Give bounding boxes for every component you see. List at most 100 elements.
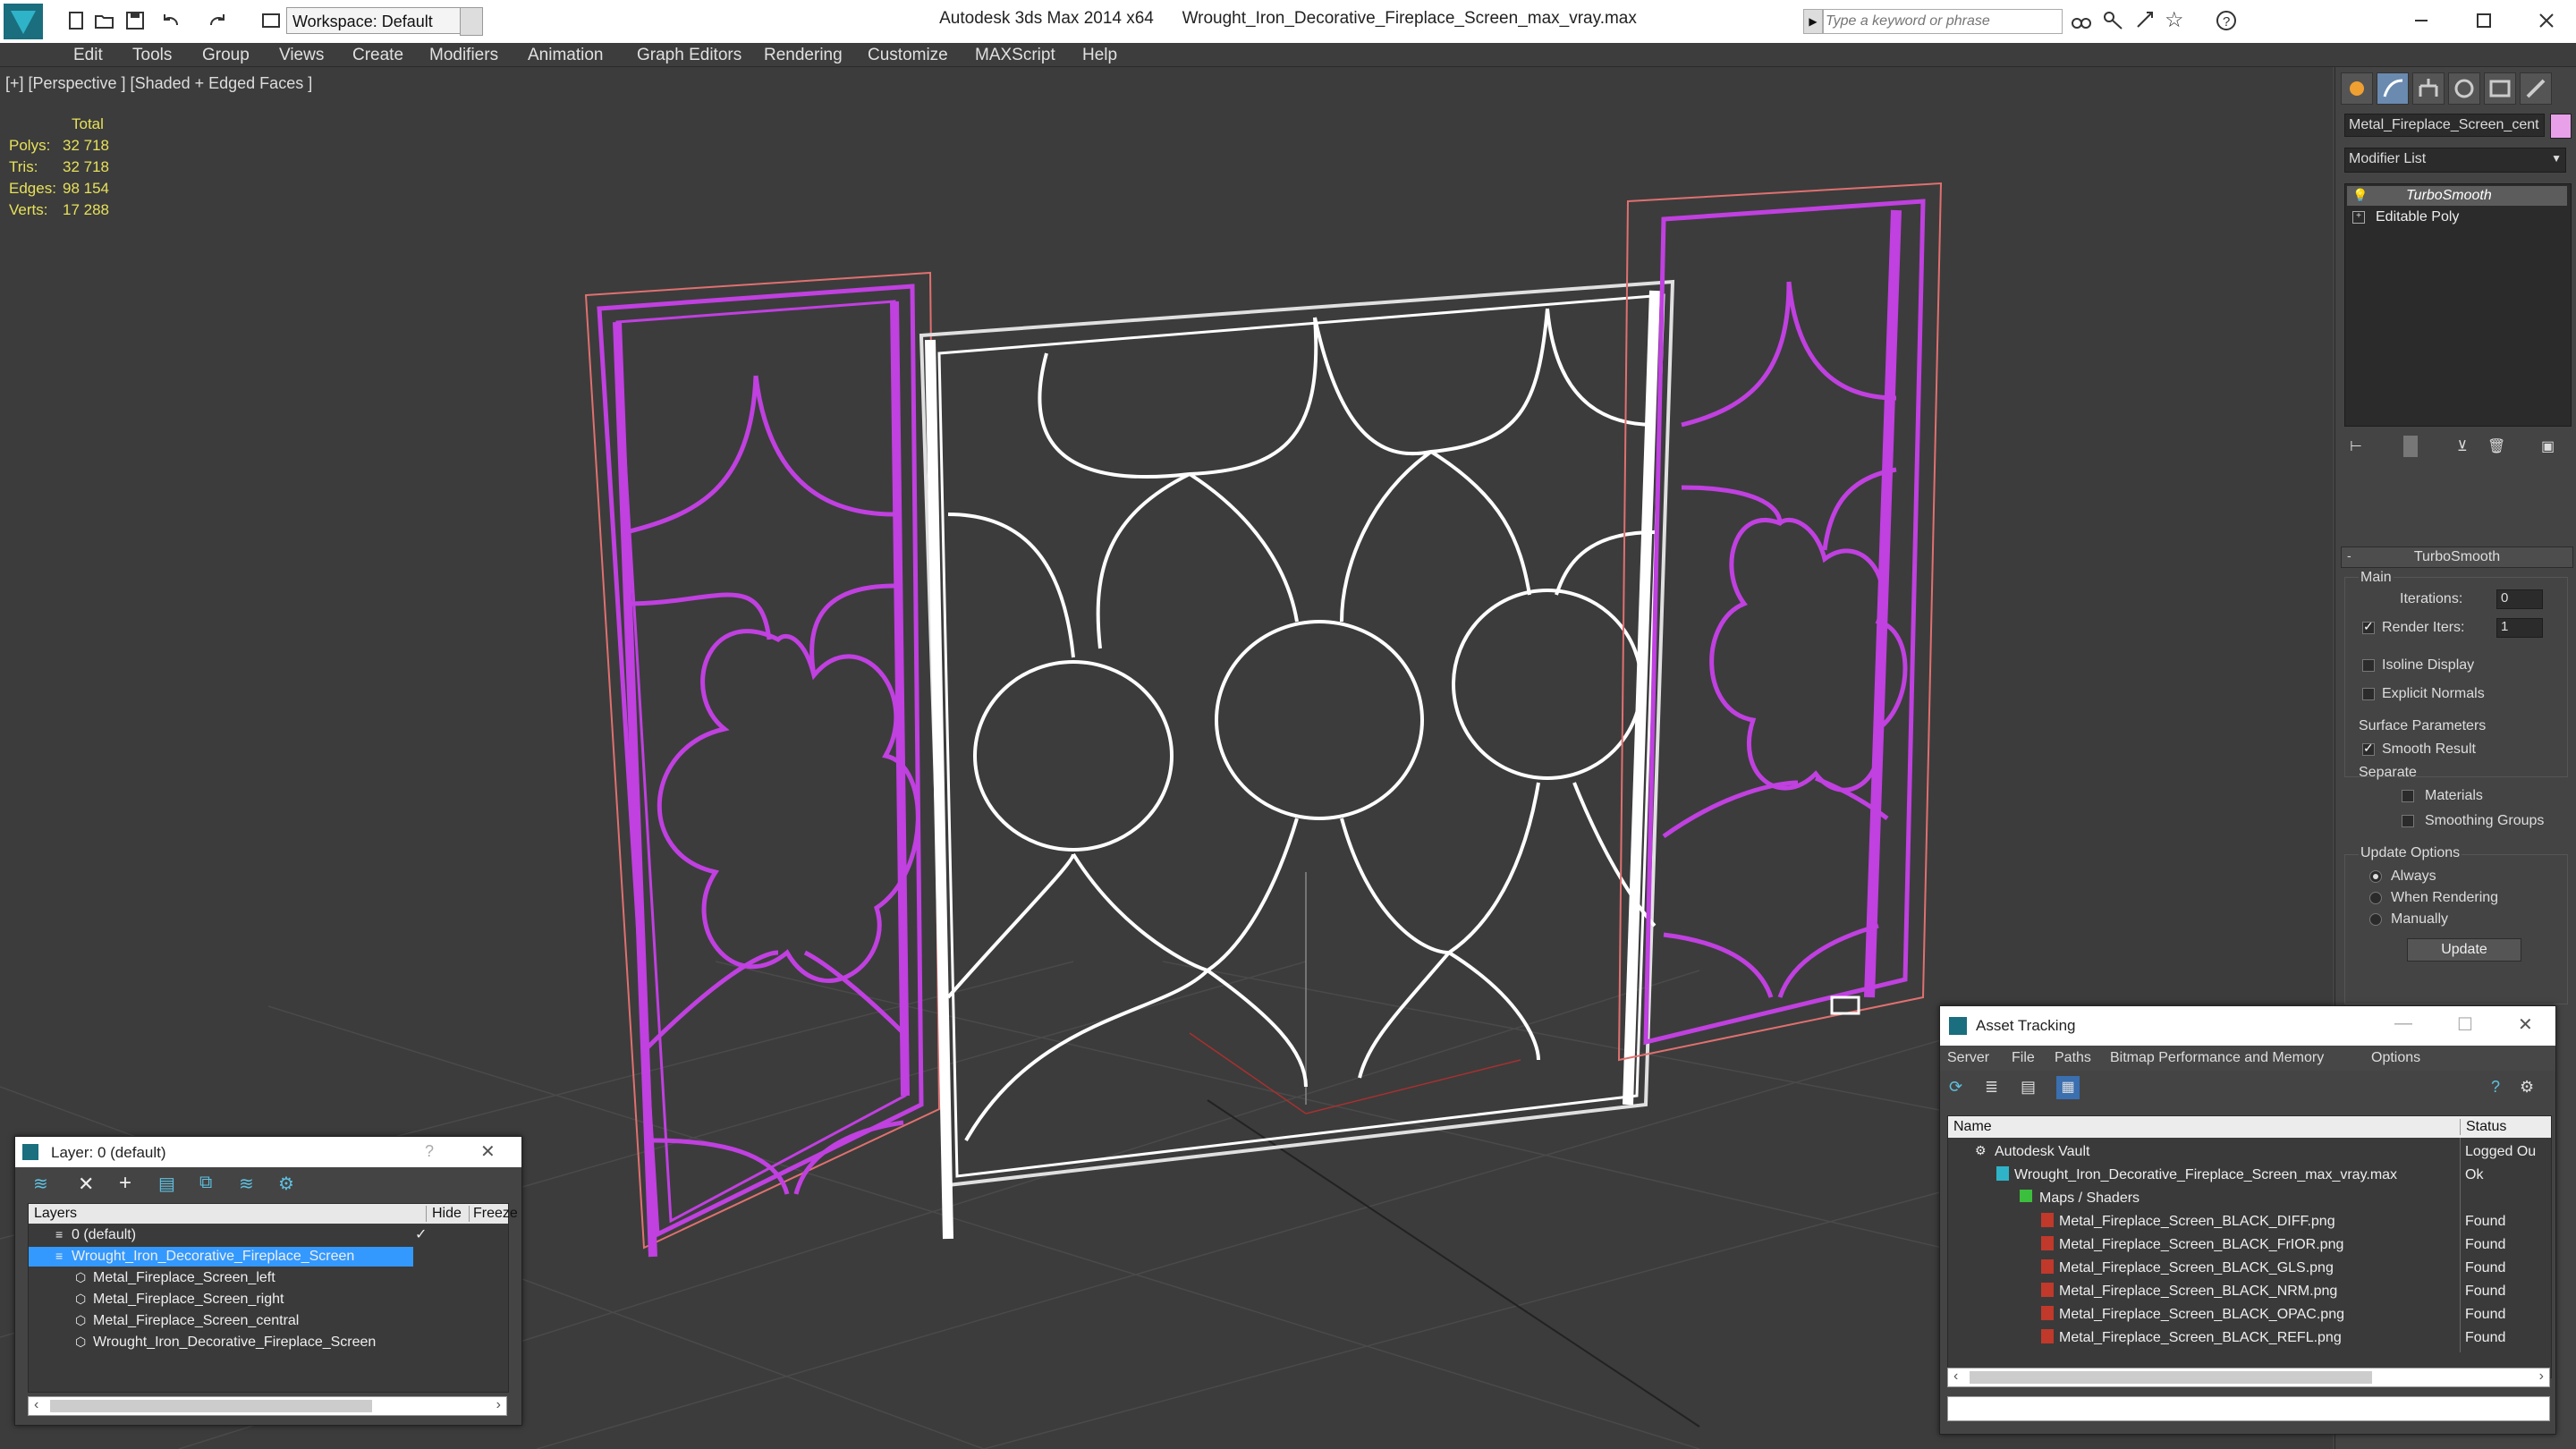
layer-object-right[interactable]: ⬡ Metal_Fireplace_Screen_right (29, 1290, 508, 1309)
layer-row-main[interactable]: ≡ Wrought_Iron_Decorative_Fireplace_Scre… (29, 1247, 413, 1267)
make-unique-icon[interactable]: ⊻ (2457, 437, 2468, 455)
stack-item-turbosmooth[interactable]: 💡 TurboSmooth (2347, 186, 2567, 206)
manually-radio[interactable] (2369, 913, 2382, 926)
layer-row-default[interactable]: ≡ 0 (default) ✓ (29, 1225, 508, 1245)
stack-item-editable-poly[interactable]: + Editable Poly (2347, 208, 2567, 227)
set-current-layer-icon[interactable]: ⚙ (278, 1173, 294, 1195)
remove-modifier-icon[interactable]: 🗑 (2487, 437, 2505, 455)
utilities-tab-icon[interactable] (2520, 72, 2552, 105)
checkmark-icon[interactable]: ✓ (415, 1225, 427, 1243)
iterations-spinner[interactable]: 0 (2496, 589, 2543, 609)
asset-path-field[interactable] (1947, 1396, 2550, 1421)
display-tab-icon[interactable] (2484, 72, 2516, 105)
menu-rendering[interactable]: Rendering (764, 46, 843, 65)
expand-icon[interactable]: + (2352, 211, 2365, 224)
scroll-left-icon[interactable]: ‹ (34, 1397, 38, 1413)
asset-menu-server[interactable]: Server (1947, 1050, 1989, 1066)
render-iters-checkbox[interactable] (2362, 619, 2375, 634)
menu-modifiers[interactable]: Modifiers (429, 46, 498, 65)
search-input[interactable] (1823, 9, 2063, 34)
menu-customize[interactable]: Customize (868, 46, 948, 65)
search-toggle-icon[interactable]: ▶ (1803, 9, 1823, 34)
menu-maxscript[interactable]: MAXScript (975, 46, 1055, 65)
asset-menu-paths[interactable]: Paths (2055, 1050, 2091, 1066)
smooth-result-checkbox[interactable] (2362, 741, 2375, 756)
hierarchy-tab-icon[interactable] (2412, 72, 2445, 105)
scroll-right-icon[interactable]: › (2539, 1368, 2544, 1385)
scroll-thumb[interactable] (1970, 1371, 2372, 1384)
create-tab-icon[interactable] (2341, 72, 2373, 105)
menu-edit[interactable]: Edit (73, 46, 103, 65)
layer-object-group[interactable]: ⬡ Wrought_Iron_Decorative_Fireplace_Scre… (29, 1333, 508, 1352)
delete-layer-icon[interactable]: ✕ (78, 1173, 94, 1196)
materials-checkbox[interactable] (2402, 790, 2414, 802)
smoothing-groups-checkbox[interactable] (2402, 815, 2414, 827)
add-layer-icon[interactable]: + (119, 1171, 131, 1196)
update-button[interactable]: Update (2407, 938, 2521, 962)
close-icon[interactable]: ✕ (480, 1140, 496, 1163)
close-icon[interactable]: ✕ (2518, 1013, 2533, 1036)
isoline-display-checkbox[interactable] (2362, 659, 2375, 672)
asset-menu-file[interactable]: File (2012, 1050, 2035, 1066)
star-icon[interactable]: ☆ (2165, 9, 2188, 32)
col-layers[interactable]: Layers (34, 1206, 77, 1222)
minimize-icon[interactable] (2410, 9, 2433, 32)
exchange-icon[interactable] (2134, 9, 2157, 32)
object-name-field[interactable]: Metal_Fireplace_Screen_cent (2344, 114, 2545, 137)
show-end-result-icon[interactable] (2403, 436, 2418, 457)
when-rendering-radio[interactable] (2369, 892, 2382, 904)
binoculars-icon[interactable] (2070, 9, 2093, 32)
asset-menu-bitmap[interactable]: Bitmap Performance and Memory (2110, 1050, 2324, 1066)
close-icon[interactable] (2535, 9, 2558, 32)
add-selection-icon[interactable]: ▤ (158, 1173, 175, 1195)
always-radio[interactable] (2369, 870, 2382, 883)
key-icon[interactable] (2102, 9, 2125, 32)
viewport-label[interactable]: [+] [Perspective ] [Shaded + Edged Faces… (5, 74, 312, 93)
motion-tab-icon[interactable] (2448, 72, 2480, 105)
help-icon[interactable]: ? (2491, 1078, 2500, 1097)
manually-label: Manually (2391, 911, 2449, 927)
turbosmooth-rollout-header[interactable]: - TurboSmooth (2341, 547, 2573, 568)
col-status[interactable]: Status (2460, 1119, 2506, 1135)
pin-stack-icon[interactable]: ⊢ (2350, 437, 2362, 455)
minimize-icon[interactable]: — (2394, 1013, 2412, 1034)
select-objects-icon[interactable]: ⧉ (199, 1173, 212, 1193)
asset-scrollbar[interactable]: ‹ › (1947, 1368, 2550, 1387)
layer-object-left[interactable]: ⬡ Metal_Fireplace_Screen_left (29, 1268, 508, 1288)
object-color-swatch[interactable] (2550, 114, 2572, 139)
maximize-icon[interactable]: ☐ (2457, 1013, 2473, 1036)
scroll-right-icon[interactable]: › (496, 1397, 501, 1413)
col-freeze[interactable]: Freeze (469, 1206, 518, 1222)
layer-select-icon[interactable]: ≋ (33, 1173, 48, 1195)
table-view-icon[interactable]: ▦ (2056, 1076, 2080, 1099)
menu-graph-editors[interactable]: Graph Editors (637, 46, 741, 65)
help-icon[interactable]: ? (425, 1142, 434, 1161)
col-name[interactable]: Name (1953, 1119, 1992, 1135)
modify-tab-icon[interactable] (2377, 72, 2409, 105)
menu-views[interactable]: Views (279, 46, 324, 65)
col-hide[interactable]: Hide (426, 1206, 462, 1222)
scroll-thumb[interactable] (50, 1400, 372, 1412)
explicit-normals-checkbox[interactable] (2362, 688, 2375, 700)
highlight-layer-icon[interactable]: ≋ (239, 1173, 254, 1195)
layer-scrollbar[interactable]: ‹ › (28, 1396, 507, 1416)
detail-view-icon[interactable]: ▤ (2021, 1078, 2036, 1097)
settings-icon[interactable]: ⚙ (2520, 1078, 2534, 1097)
menu-tools[interactable]: Tools (132, 46, 172, 65)
menu-group[interactable]: Group (202, 46, 250, 65)
lightbulb-icon[interactable]: 💡 (2352, 188, 2368, 203)
maximize-icon[interactable] (2472, 9, 2496, 32)
scroll-left-icon[interactable]: ‹ (1953, 1368, 1958, 1385)
modifier-list-dropdown[interactable]: Modifier List ▼ (2344, 148, 2566, 173)
menu-create[interactable]: Create (352, 46, 403, 65)
asset-menu-options[interactable]: Options (2371, 1050, 2420, 1066)
list-view-icon[interactable]: ≣ (1985, 1078, 1998, 1097)
menu-animation[interactable]: Animation (528, 46, 604, 65)
help-icon[interactable]: ? (2215, 9, 2238, 32)
configure-sets-icon[interactable]: ▣ (2541, 437, 2555, 455)
render-iters-spinner[interactable]: 1 (2496, 618, 2543, 638)
menu-help[interactable]: Help (1082, 46, 1117, 65)
png-file-icon (2041, 1236, 2054, 1250)
layer-object-central[interactable]: ⬡ Metal_Fireplace_Screen_central (29, 1311, 508, 1331)
refresh-icon[interactable]: ⟳ (1949, 1078, 1962, 1097)
